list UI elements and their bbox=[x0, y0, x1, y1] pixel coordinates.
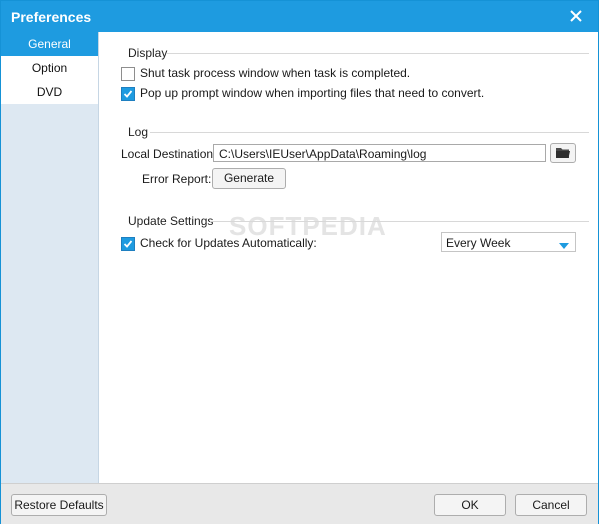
close-icon[interactable] bbox=[568, 8, 584, 24]
update-group-title: Update Settings bbox=[128, 214, 214, 228]
check-updates-label: Check for Updates Automatically: bbox=[140, 236, 317, 250]
sidebar: General Option DVD bbox=[1, 32, 99, 483]
update-divider bbox=[210, 221, 589, 222]
folder-icon bbox=[555, 148, 571, 163]
generate-button[interactable]: Generate bbox=[212, 168, 286, 189]
display-divider bbox=[167, 53, 589, 54]
local-destination-label: Local Destination: bbox=[121, 147, 217, 161]
error-report-label: Error Report: bbox=[142, 172, 212, 186]
display-group-title: Display bbox=[128, 46, 168, 60]
popup-checkbox[interactable] bbox=[121, 87, 135, 101]
shut-task-label: Shut task process window when task is co… bbox=[140, 66, 411, 80]
sidebar-item-dvd[interactable]: DVD bbox=[1, 80, 98, 104]
ok-button[interactable]: OK bbox=[434, 494, 506, 516]
popup-label: Pop up prompt window when importing file… bbox=[140, 86, 485, 100]
sidebar-item-option[interactable]: Option bbox=[1, 56, 98, 80]
browse-folder-button[interactable] bbox=[550, 143, 576, 163]
update-frequency-select[interactable]: Every Week bbox=[441, 232, 576, 252]
sidebar-item-general[interactable]: General bbox=[1, 32, 98, 56]
restore-defaults-button[interactable]: Restore Defaults bbox=[11, 494, 107, 516]
log-group-title: Log bbox=[128, 125, 149, 139]
chevron-down-icon bbox=[559, 239, 569, 253]
preferences-window: Preferences General Option DVD Display S… bbox=[0, 0, 599, 524]
cancel-button[interactable]: Cancel bbox=[515, 494, 587, 516]
title-bar: Preferences bbox=[1, 1, 598, 32]
window-title: Preferences bbox=[11, 9, 92, 25]
log-divider bbox=[150, 132, 589, 133]
local-destination-field[interactable]: C:\Users\IEUser\AppData\Roaming\log bbox=[213, 144, 546, 162]
footer: Restore Defaults OK Cancel bbox=[1, 483, 598, 524]
update-frequency-value: Every Week bbox=[446, 236, 511, 250]
check-updates-checkbox[interactable] bbox=[121, 237, 135, 251]
shut-task-checkbox[interactable] bbox=[121, 67, 135, 81]
